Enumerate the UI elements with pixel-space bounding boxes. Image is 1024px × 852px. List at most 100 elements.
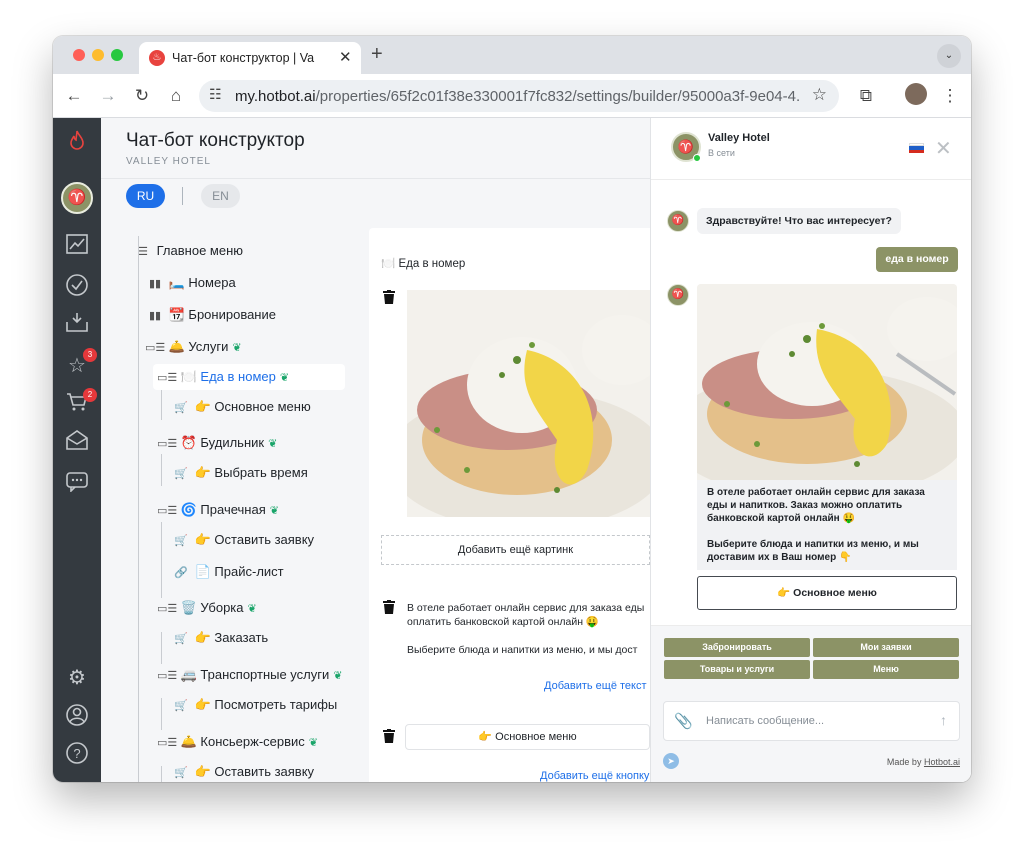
tree-item-rooms[interactable]: ▮▮ 🛏️ Номера xyxy=(145,270,236,296)
chat-icon[interactable] xyxy=(63,472,91,500)
bookmark-star-icon[interactable]: ☆ xyxy=(812,85,827,105)
reload-button[interactable]: ↻ xyxy=(129,83,155,109)
trash-icon[interactable] xyxy=(383,729,397,745)
chat-main-menu-button[interactable]: 👉 Основное меню xyxy=(697,576,957,610)
quick-menu-button[interactable]: Меню xyxy=(813,660,959,679)
card-icon: ▭☰ xyxy=(145,342,166,354)
menu-tree: ☰ Главное меню ▮▮ 🛏️ Номера ▮▮ 📆 Брониро… xyxy=(101,214,369,782)
send-icon[interactable]: ↑ xyxy=(940,712,947,728)
browser-menu-icon[interactable]: ⋮ xyxy=(937,83,963,109)
tree-item-room-food[interactable]: ▭☰ 🍽️ Еда в номер ❦ xyxy=(153,364,345,390)
extensions-icon[interactable]: ⧉ xyxy=(853,83,879,109)
home-button[interactable]: ⌂ xyxy=(163,83,189,109)
site-settings-icon[interactable]: ☷ xyxy=(209,86,222,103)
gear-icon[interactable]: ⚙ xyxy=(63,664,91,692)
help-icon[interactable]: ? xyxy=(63,742,91,770)
main-menu-button-editor[interactable]: 👉 Основное меню xyxy=(405,724,650,750)
dish-photo[interactable] xyxy=(407,290,650,517)
tree-guide-line xyxy=(161,766,162,782)
user-message: еда в номер xyxy=(876,247,958,272)
flame-icon[interactable] xyxy=(63,130,91,158)
tab-strip: ♨ Чат-бот конструктор | Va ✕ + ⌄ xyxy=(53,36,971,74)
tree-item-cleaning[interactable]: ▭☰ 🗑️ Уборка ❦ xyxy=(157,595,257,621)
add-image-button[interactable]: Добавить ещё картинк xyxy=(381,535,650,565)
text-line: Выберите блюда и напитки из меню, и мы д… xyxy=(407,644,638,656)
tab-close-icon[interactable]: ✕ xyxy=(339,48,352,66)
node-heading: 🍽️ Еда в номер xyxy=(381,258,466,270)
tree-item-order[interactable]: 🛒 👉 Заказать xyxy=(171,625,268,651)
tree-guide-line xyxy=(161,388,162,420)
tree-item-laundry[interactable]: ▭☰ 🌀 Прачечная ❦ xyxy=(157,497,279,523)
tree-item-leave-request[interactable]: 🛒 👉 Оставить заявку xyxy=(171,527,314,553)
browser-tab[interactable]: ♨ Чат-бот конструктор | Va ✕ xyxy=(139,42,361,74)
tree-item-alarm[interactable]: ▭☰ ⏰ Будильник ❦ xyxy=(157,430,277,456)
russia-flag-icon[interactable] xyxy=(909,143,924,153)
leaf-icon: ❦ xyxy=(269,505,279,517)
user-icon[interactable] xyxy=(63,704,91,732)
paperclip-icon[interactable]: 📎 xyxy=(674,712,693,730)
close-window-button[interactable] xyxy=(73,49,85,61)
tree-item-services[interactable]: ▭☰ 🛎️ Услуги ❦ xyxy=(145,334,242,360)
cart-icon: 🛒 xyxy=(174,700,188,712)
quick-goods-services-button[interactable]: Товары и услуги xyxy=(664,660,810,679)
builder-content: Чат-бот конструктор VALLEY HOTEL RU EN ☰… xyxy=(101,118,650,782)
tree-item-concierge-request[interactable]: 🛒 👉 Оставить заявку xyxy=(171,759,314,782)
quick-book-button[interactable]: Забронировать xyxy=(664,638,810,657)
tree-item-booking[interactable]: ▮▮ 📆 Бронирование xyxy=(145,302,276,328)
bot-greeting-message: Здравствуйте! Что вас интересует? xyxy=(697,208,901,234)
text-line: В отеле работает онлайн сервис для заказ… xyxy=(407,602,645,614)
header-divider xyxy=(101,178,650,179)
chat-dish-photo xyxy=(697,284,957,480)
card-icon: ▭☰ xyxy=(157,670,178,682)
lang-ru-button[interactable]: RU xyxy=(126,184,165,208)
cart-icon: 🛒 xyxy=(174,468,188,480)
check-circle-icon[interactable] xyxy=(63,274,91,302)
trash-icon[interactable] xyxy=(383,600,397,616)
message-text-editor[interactable]: В отеле работает онлайн сервис для заказ… xyxy=(407,601,650,657)
inbox-icon[interactable] xyxy=(63,312,91,340)
chat-message-input[interactable]: 📎 Написать сообщение... ↑ xyxy=(663,701,960,741)
tree-item-choose-time[interactable]: 🛒 👉 Выбрать время xyxy=(171,460,308,486)
hotbot-favicon-icon: ♨ xyxy=(149,50,165,66)
bot-avatar: ♈ xyxy=(667,284,689,306)
quick-my-requests-button[interactable]: Мои заявки xyxy=(813,638,959,657)
tree-root[interactable]: ☰ Главное меню xyxy=(133,238,243,264)
chat-header: ♈ Valley Hotel В сети ✕ xyxy=(651,118,971,180)
tree-guide-line xyxy=(161,632,162,664)
quick-replies-panel: Забронировать Мои заявки Товары и услуги… xyxy=(651,625,971,782)
telegram-icon[interactable]: ➤ xyxy=(663,753,679,769)
back-button[interactable]: ← xyxy=(61,83,87,109)
profile-avatar[interactable] xyxy=(905,83,927,105)
leaf-icon: ❦ xyxy=(308,737,319,749)
text-spacer xyxy=(407,629,650,643)
maximize-window-button[interactable] xyxy=(111,49,123,61)
hotbot-link[interactable]: Hotbot.ai xyxy=(924,757,960,767)
leaf-icon: ❦ xyxy=(232,342,242,354)
lang-en-button[interactable]: EN xyxy=(201,184,240,208)
tree-item-transport[interactable]: ▭☰ 🚐 Транспортные услуги ❦ xyxy=(157,662,342,688)
add-text-link[interactable]: Добавить ещё текст xyxy=(544,680,647,692)
forward-button[interactable]: → xyxy=(95,83,121,109)
brand-logo-icon[interactable]: ♈ xyxy=(61,182,93,214)
card-icon: ▭☰ xyxy=(157,603,178,615)
tab-title: Чат-бот конструктор | Va xyxy=(172,51,315,65)
tree-item-price-list[interactable]: 🔗 📄 Прайс-лист xyxy=(171,559,283,585)
message-paragraph: Выберите блюда и напитки из меню, и мы д… xyxy=(707,539,919,563)
leaf-icon: ❦ xyxy=(279,372,290,384)
minimize-window-button[interactable] xyxy=(92,49,104,61)
tab-search-button[interactable]: ⌄ xyxy=(937,44,961,68)
trash-icon[interactable] xyxy=(383,290,397,306)
envelope-icon[interactable] xyxy=(63,430,91,458)
tree-guide-line xyxy=(161,698,162,730)
chart-icon[interactable] xyxy=(63,234,91,262)
tree-item-concierge[interactable]: ▭☰ 🛎️ Консьерж-сервис ❦ xyxy=(157,729,318,755)
left-nav: ♈ ☆ 3 2 ⚙ ? xyxy=(53,118,101,782)
close-icon[interactable]: ✕ xyxy=(935,136,952,161)
tree-item-main-menu[interactable]: 🛒 👉 Основное меню xyxy=(171,394,311,420)
new-tab-button[interactable]: + xyxy=(371,43,383,66)
cart-badge: 2 xyxy=(83,388,97,402)
add-button-link[interactable]: Добавить ещё кнопку xyxy=(540,770,649,782)
tree-item-tariffs[interactable]: 🛒 👉 Посмотреть тарифы xyxy=(171,692,337,718)
chat-input-placeholder: Написать сообщение... xyxy=(706,715,825,727)
address-bar[interactable]: ☷ my.hotbot.ai/properties/65f2c01f38e330… xyxy=(199,80,839,112)
